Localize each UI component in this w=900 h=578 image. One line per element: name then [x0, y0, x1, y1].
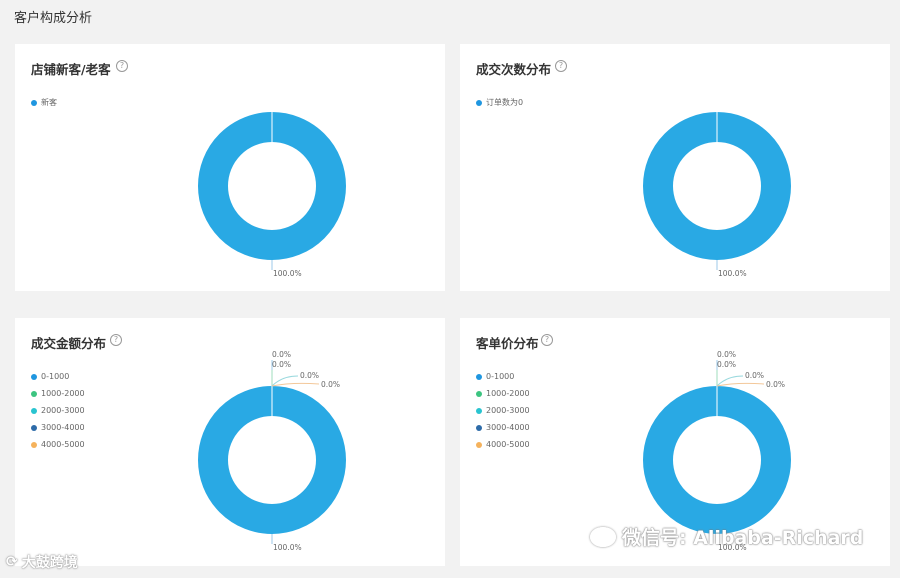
data-label: 100.0%: [273, 543, 302, 552]
wechat-icon: [590, 526, 616, 547]
watermark-logo-icon: ⟳: [6, 554, 18, 570]
watermark-right: 微信号: Alibaba-Richard: [590, 523, 863, 550]
donut-chart: 100.0%0.0%0.0%0.0%0.0%: [198, 350, 346, 552]
page-title: 客户构成分析: [14, 11, 93, 26]
donut-chart: 100.0%: [198, 112, 346, 278]
donut-slice-0: [643, 112, 791, 260]
watermark-left: ⟳ 大鼓跨境: [6, 552, 78, 572]
data-label: 100.0%: [718, 269, 747, 278]
card-transaction-amount-distribution: 成交金额分布 ? 0-1000 1000-2000 2000-3000 3000…: [15, 318, 445, 566]
data-label: 0.0%: [766, 380, 785, 389]
label-leader-line: [716, 382, 765, 387]
data-label: 0.0%: [717, 360, 736, 369]
data-label: 0.0%: [745, 371, 764, 380]
card-order-count-distribution: 成交次数分布 ? 订单数为0 100.0%: [460, 44, 890, 291]
data-label: 0.0%: [321, 380, 340, 389]
donut-slice-0: [643, 386, 791, 534]
data-label: 0.0%: [272, 350, 291, 359]
data-label: 0.0%: [272, 360, 291, 369]
watermark-left-text: 大鼓跨境: [21, 555, 78, 571]
donut-slice-0: [198, 112, 346, 260]
data-label: 100.0%: [273, 269, 302, 278]
card-new-old-customers: 店铺新客/老客 ? 新客 100.0%: [15, 44, 445, 291]
watermark-right-text: 微信号: Alibaba-Richard: [622, 527, 864, 549]
donut-slice-0: [198, 386, 346, 534]
label-leader-line: [271, 382, 320, 387]
data-label: 0.0%: [300, 371, 319, 380]
donut-chart: 100.0%: [643, 112, 791, 278]
data-label: 0.0%: [717, 350, 736, 359]
